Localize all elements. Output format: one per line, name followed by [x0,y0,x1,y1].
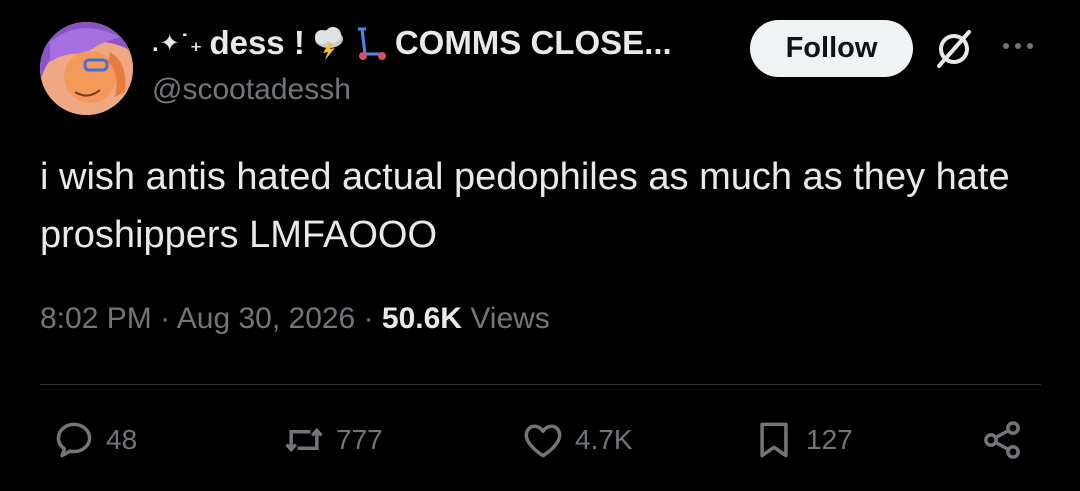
tweet-text: i wish antis hated actual pedophiles as … [40,156,1010,256]
repost-icon [285,427,323,453]
repost-count: 777 [336,424,383,455]
repost-button[interactable]: 777 [282,410,383,470]
scooter-icon [353,25,389,61]
grok-icon[interactable] [933,28,975,70]
reply-icon [56,422,92,458]
bookmark-count: 127 [806,424,853,455]
tweet-meta: 8:02 PM · Aug 30, 2026 · 50.6K Views [40,302,550,336]
views-count: 50.6K [381,302,462,335]
follow-button[interactable]: Follow [750,20,913,77]
more-options-icon[interactable] [998,38,1038,54]
heart-icon [524,424,562,458]
author-name-row[interactable]: .✦˙₊ dess ! COMMS CLOSE... [152,24,672,62]
meta-separator: · [160,302,177,335]
reply-count: 48 [106,424,138,455]
like-count: 4.7K [575,424,633,455]
share-icon [984,421,1020,459]
display-name: dess ! [209,24,305,61]
bookmark-icon [760,422,788,458]
like-button[interactable]: 4.7K [521,410,633,470]
divider [40,384,1041,385]
share-button[interactable] [980,410,1024,470]
reply-button[interactable]: 48 [52,410,137,470]
tweet-time[interactable]: 8:02 PM [40,302,152,335]
lightning-cloud-icon [311,25,347,61]
action-bar: 48 777 4.7K 127 [0,410,1080,470]
tweet-date[interactable]: Aug 30, 2026 [177,302,356,335]
name-prefix: .✦˙₊ [152,29,204,57]
display-name-suffix: COMMS CLOSE... [394,24,672,61]
author-handle[interactable]: @scootadessh [152,73,351,107]
meta-separator: · [363,302,382,335]
avatar[interactable] [40,22,133,115]
bookmark-button[interactable]: 127 [752,410,853,470]
avatar-image [40,22,133,115]
views-label: Views [470,302,550,335]
